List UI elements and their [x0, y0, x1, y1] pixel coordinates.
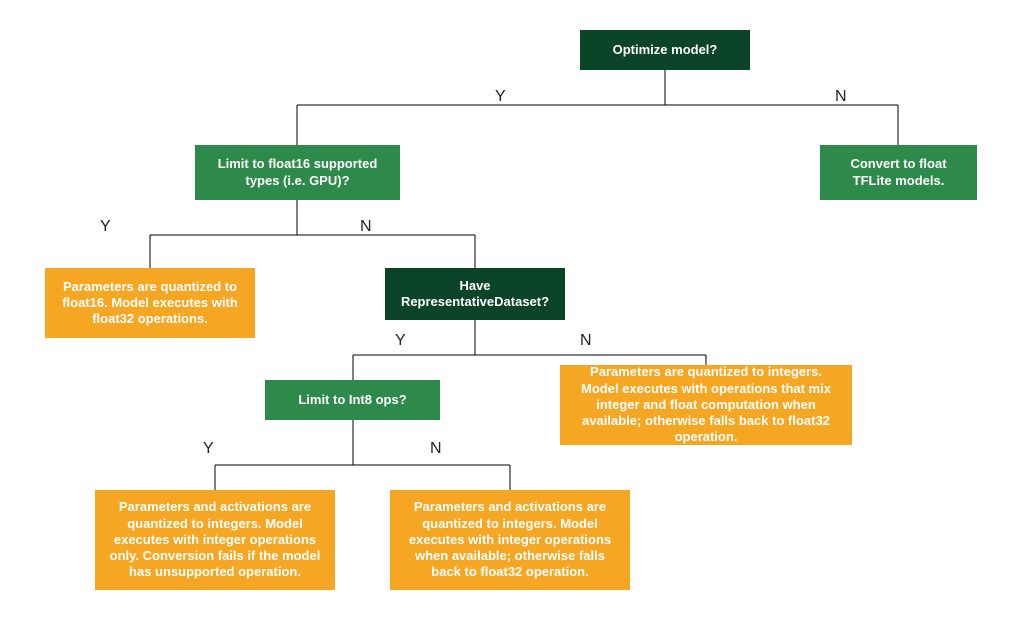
node-int-with-fallback: Parameters and activations are quantized… [390, 490, 630, 590]
node-int-only: Parameters and activations are quantized… [95, 490, 335, 590]
edge-label-optimize-yes: Y [495, 88, 506, 106]
node-quantized-float16: Parameters are quantized to float16. Mod… [45, 268, 255, 338]
edge-label-float16-yes: Y [100, 218, 111, 236]
edge-label-int8-no: N [430, 440, 442, 458]
edge-label-int8-yes: Y [203, 440, 214, 458]
node-have-representative-dataset: Have RepresentativeDataset? [385, 268, 565, 320]
node-limit-int8: Limit to Int8 ops? [265, 380, 440, 420]
diagram-canvas: Optimize model? Y N Limit to float16 sup… [0, 0, 1024, 622]
node-optimize-model: Optimize model? [580, 30, 750, 70]
node-mixed-int-float: Parameters are quantized to integers. Mo… [560, 365, 852, 445]
edge-label-repdataset-yes: Y [395, 332, 406, 350]
node-convert-float-tflite: Convert to float TFLite models. [820, 145, 977, 200]
edge-label-optimize-no: N [835, 88, 847, 106]
edge-label-float16-no: N [360, 218, 372, 236]
node-limit-float16: Limit to float16 supported types (i.e. G… [195, 145, 400, 200]
edge-label-repdataset-no: N [580, 332, 592, 350]
